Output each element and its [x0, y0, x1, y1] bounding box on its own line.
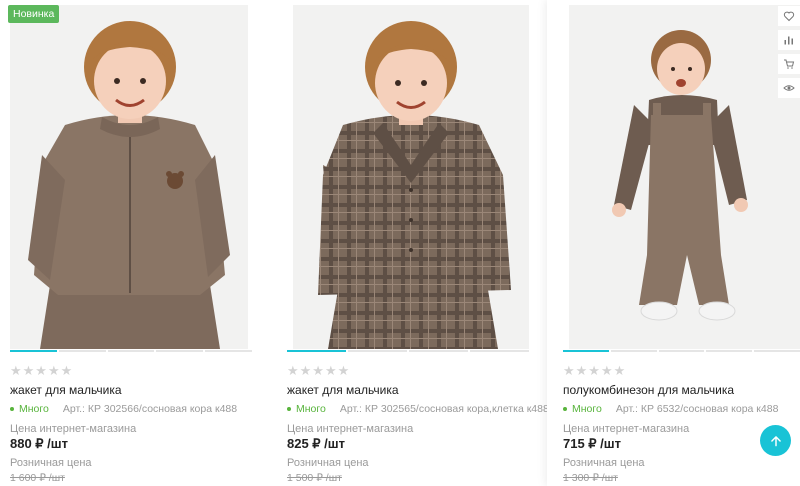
online-price-label: Цена интернет-магазина — [287, 423, 414, 435]
article-number: Арт.: КР 302566/сосновая кора к488 — [62, 403, 238, 415]
pagination-dot[interactable] — [706, 350, 753, 352]
retail-price-label: Розничная цена — [287, 457, 369, 469]
retail-price: 1 300 ₽ /шт — [563, 472, 618, 484]
image-pagination[interactable] — [563, 350, 800, 352]
quick-actions — [778, 6, 800, 98]
product-card[interactable]: ★★★★★ жакет для мальчика Много Арт.: КР … — [277, 0, 549, 486]
product-name[interactable]: полукомбинезон для мальчика — [563, 383, 734, 397]
pagination-dot[interactable] — [658, 350, 705, 352]
pagination-dot[interactable] — [610, 350, 657, 352]
product-meta: Много Арт.: КР 302565/сосновая кора,клет… — [287, 403, 549, 415]
online-price-label: Цена интернет-магазина — [10, 423, 137, 435]
cart-icon — [784, 59, 795, 69]
article-number: Арт.: КР 6532/сосновая кора к488 — [615, 403, 779, 415]
pagination-dot[interactable] — [205, 350, 252, 352]
rating-stars[interactable]: ★★★★★ — [563, 363, 626, 379]
pagination-dot[interactable] — [470, 350, 529, 352]
product-card[interactable]: ★★★★★ полукомбинезон для мальчика Много … — [547, 0, 800, 486]
retail-price-label: Розничная цена — [10, 457, 92, 469]
stock-status: Много — [10, 403, 49, 415]
compare-icon — [784, 36, 793, 45]
stock-label: Много — [572, 403, 602, 415]
pagination-dot[interactable] — [58, 350, 106, 352]
retail-price: 1 600 ₽ /шт — [10, 472, 65, 484]
pagination-dot[interactable] — [754, 350, 800, 352]
add-to-cart-button[interactable] — [778, 54, 800, 74]
pagination-dot[interactable] — [287, 350, 346, 352]
heart-icon — [783, 11, 795, 22]
online-price-label: Цена интернет-магазина — [563, 423, 690, 435]
pagination-dot[interactable] — [563, 350, 609, 352]
child-in-brown-overalls-image — [569, 5, 800, 349]
pagination-dot[interactable] — [348, 350, 407, 352]
stock-status: Много — [287, 403, 326, 415]
online-price: 825 ₽ /шт — [287, 436, 345, 451]
pagination-dot[interactable] — [409, 350, 468, 352]
favorite-button[interactable] — [778, 6, 800, 26]
rating-stars[interactable]: ★★★★★ — [10, 363, 73, 379]
product-photo[interactable] — [569, 5, 800, 349]
stock-dot-icon — [10, 407, 14, 411]
quick-view-button[interactable] — [778, 78, 800, 98]
new-badge: Новинка — [8, 5, 60, 23]
eye-icon — [783, 85, 795, 91]
product-name[interactable]: жакет для мальчика — [287, 383, 399, 397]
image-pagination[interactable] — [10, 350, 252, 352]
product-photo[interactable] — [10, 5, 248, 349]
child-in-brown-zip-jacket-image — [10, 5, 248, 349]
online-price: 715 ₽ /шт — [563, 436, 621, 451]
arrow-up-icon — [770, 435, 781, 446]
child-in-brown-plaid-shirt-jacket-image — [293, 5, 529, 349]
pagination-dot[interactable] — [107, 350, 155, 352]
stock-label: Много — [19, 403, 49, 415]
scroll-to-top-button[interactable] — [760, 425, 791, 456]
product-name[interactable]: жакет для мальчика — [10, 383, 122, 397]
online-price: 880 ₽ /шт — [10, 436, 68, 451]
article-number: Арт.: КР 302565/сосновая кора,клетка к48… — [339, 403, 549, 415]
retail-price-label: Розничная цена — [563, 457, 645, 469]
stock-dot-icon — [563, 407, 567, 411]
product-meta: Много Арт.: КР 6532/сосновая кора к488 — [563, 403, 778, 415]
pagination-dot[interactable] — [10, 350, 57, 352]
product-photo[interactable] — [293, 5, 529, 349]
stock-dot-icon — [287, 407, 291, 411]
product-card[interactable]: Новинка ★★★★★ жакет для мальчика Много А… — [0, 0, 262, 486]
stock-label: Много — [296, 403, 326, 415]
retail-price: 1 500 ₽ /шт — [287, 472, 342, 484]
product-meta: Много Арт.: КР 302566/сосновая кора к488 — [10, 403, 237, 415]
pagination-dot[interactable] — [156, 350, 204, 352]
compare-button[interactable] — [778, 30, 800, 50]
stock-status: Много — [563, 403, 602, 415]
image-pagination[interactable] — [287, 350, 529, 352]
rating-stars[interactable]: ★★★★★ — [287, 363, 350, 379]
